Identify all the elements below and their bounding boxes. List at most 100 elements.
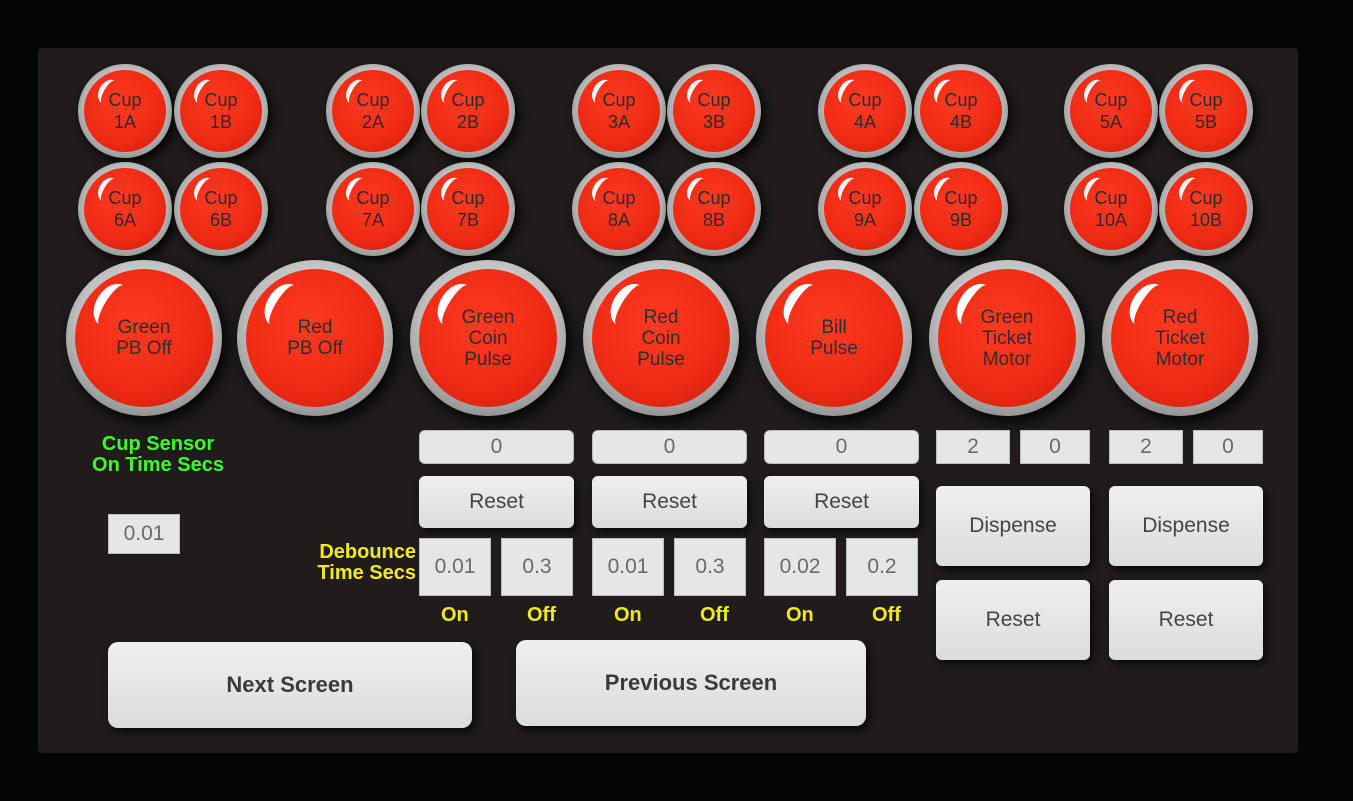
cup-button-face: Cup 10B: [1165, 168, 1247, 250]
debounce-title: Debounce Time Secs: [270, 542, 416, 584]
debounce-title-line2: Time Secs: [317, 562, 416, 584]
big-button-label: Green Coin Pulse: [461, 306, 515, 370]
big-button-face: Red Coin Pulse: [592, 269, 730, 407]
big-button-3[interactable]: Green Coin Pulse: [410, 260, 566, 416]
cup-label-id: 3A: [607, 112, 631, 132]
pulse-count-value: 0: [490, 435, 503, 458]
debounce-off-value: 0.3: [695, 555, 725, 578]
cup-label-id: 7A: [361, 210, 385, 230]
pulse-count-value: 0: [835, 435, 848, 458]
cup-button-7b[interactable]: Cup 7B: [421, 162, 515, 256]
reset-label: Reset: [814, 490, 869, 513]
debounce-off-field[interactable]: 0.2: [846, 538, 918, 596]
cup-sensor-time-field[interactable]: 0.01: [108, 514, 180, 554]
ticket-count-b-field: 0: [1020, 430, 1090, 464]
big-button-face: Green Coin Pulse: [419, 269, 557, 407]
reset-label: Reset: [985, 608, 1041, 631]
cup-label-id: 6A: [113, 210, 137, 230]
big-button-5[interactable]: Bill Pulse: [756, 260, 912, 416]
debounce-on-label: On: [614, 604, 642, 627]
cup-button-10b[interactable]: Cup 10B: [1159, 162, 1253, 256]
ticket-reset-button[interactable]: Reset: [1109, 580, 1263, 660]
big-button-face: Red PB Off: [246, 269, 384, 407]
pulse-count-value: 0: [663, 435, 676, 458]
big-button-face: Bill Pulse: [765, 269, 903, 407]
cup-button-face: Cup 4B: [920, 70, 1002, 152]
big-button-face: Green Ticket Motor: [938, 269, 1076, 407]
off-label-text: Off: [527, 604, 556, 626]
debounce-on-field[interactable]: 0.01: [419, 538, 491, 596]
cup-label-id: 10A: [1094, 210, 1128, 230]
cup-label-id: 3B: [702, 112, 726, 132]
on-label-text: On: [614, 604, 642, 626]
cup-label-id: 9B: [949, 210, 973, 230]
cup-button-1b[interactable]: Cup 1B: [174, 64, 268, 158]
cup-button-8b[interactable]: Cup 8B: [667, 162, 761, 256]
debounce-on-field[interactable]: 0.01: [592, 538, 664, 596]
ticket-count-b-value: 0: [1049, 435, 1061, 458]
cup-button-face: Cup 10A: [1070, 168, 1152, 250]
ticket-count-a-value: 2: [1140, 435, 1152, 458]
cup-button-9a[interactable]: Cup 9A: [818, 162, 912, 256]
cup-sensor-value: 0.01: [123, 522, 165, 545]
on-label-text: On: [786, 604, 814, 626]
dispense-button[interactable]: Dispense: [936, 486, 1090, 566]
debounce-off-field[interactable]: 0.3: [674, 538, 746, 596]
big-button-label: Green PB Off: [116, 317, 172, 359]
cup-button-1a[interactable]: Cup 1A: [78, 64, 172, 158]
cup-button-2a[interactable]: Cup 2A: [326, 64, 420, 158]
cup-button-7a[interactable]: Cup 7A: [326, 162, 420, 256]
pulse-count-field: 0: [419, 430, 574, 464]
pulse-count-field: 0: [592, 430, 747, 464]
pulse-count-reset-button[interactable]: Reset: [419, 476, 574, 528]
debounce-off-label: Off: [700, 604, 729, 627]
cup-button-face: Cup 3A: [578, 70, 660, 152]
debounce-on-value: 0.02: [779, 555, 821, 578]
pulse-count-field: 0: [764, 430, 919, 464]
cup-label-id: 4B: [949, 112, 973, 132]
cup-button-5b[interactable]: Cup 5B: [1159, 64, 1253, 158]
cup-button-3b[interactable]: Cup 3B: [667, 64, 761, 158]
ticket-reset-button[interactable]: Reset: [936, 580, 1090, 660]
cup-button-6b[interactable]: Cup 6B: [174, 162, 268, 256]
big-button-6[interactable]: Green Ticket Motor: [929, 260, 1085, 416]
debounce-on-field[interactable]: 0.02: [764, 538, 836, 596]
cup-button-9b[interactable]: Cup 9B: [914, 162, 1008, 256]
cup-button-3a[interactable]: Cup 3A: [572, 64, 666, 158]
cup-button-6a[interactable]: Cup 6A: [78, 162, 172, 256]
cup-label-id: 4A: [853, 112, 877, 132]
cup-button-4b[interactable]: Cup 4B: [914, 64, 1008, 158]
big-button-label: Red Ticket Motor: [1155, 306, 1205, 370]
cup-button-face: Cup 6B: [180, 168, 262, 250]
cup-button-5a[interactable]: Cup 5A: [1064, 64, 1158, 158]
cup-button-10a[interactable]: Cup 10A: [1064, 162, 1158, 256]
next-screen-button[interactable]: Next Screen: [108, 642, 472, 728]
next-screen-label: Next Screen: [226, 672, 354, 697]
cup-button-4a[interactable]: Cup 4A: [818, 64, 912, 158]
cup-button-face: Cup 8B: [673, 168, 755, 250]
cup-button-face: Cup 2A: [332, 70, 414, 152]
debounce-off-label: Off: [872, 604, 901, 627]
debounce-title-line1: Debounce: [319, 541, 416, 563]
cup-button-8a[interactable]: Cup 8A: [572, 162, 666, 256]
cup-button-face: Cup 5A: [1070, 70, 1152, 152]
big-button-4[interactable]: Red Coin Pulse: [583, 260, 739, 416]
cup-button-face: Cup 6A: [84, 168, 166, 250]
previous-screen-button[interactable]: Previous Screen: [516, 640, 866, 726]
big-button-2[interactable]: Red PB Off: [237, 260, 393, 416]
off-label-text: Off: [700, 604, 729, 626]
cup-label-id: 6B: [209, 210, 233, 230]
big-button-7[interactable]: Red Ticket Motor: [1102, 260, 1258, 416]
reset-label: Reset: [642, 490, 697, 513]
pulse-count-reset-button[interactable]: Reset: [592, 476, 747, 528]
big-button-1[interactable]: Green PB Off: [66, 260, 222, 416]
cup-button-2b[interactable]: Cup 2B: [421, 64, 515, 158]
cup-label-id: 9A: [853, 210, 877, 230]
debounce-off-field[interactable]: 0.3: [501, 538, 573, 596]
cup-button-face: Cup 1A: [84, 70, 166, 152]
dispense-button[interactable]: Dispense: [1109, 486, 1263, 566]
dispense-label: Dispense: [1142, 514, 1230, 537]
big-button-label: Red PB Off: [287, 317, 343, 359]
cup-label-id: 2A: [361, 112, 385, 132]
pulse-count-reset-button[interactable]: Reset: [764, 476, 919, 528]
